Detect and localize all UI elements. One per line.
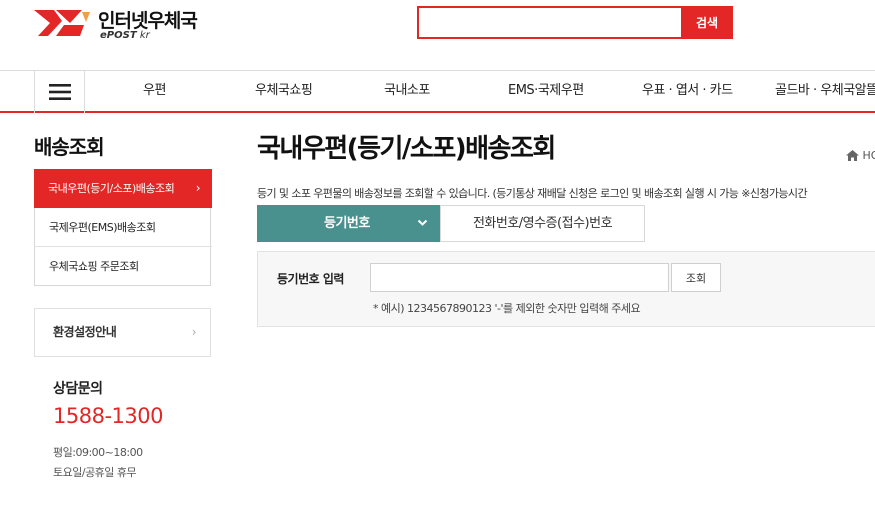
logo-name: 인터넷우체국 bbox=[98, 10, 198, 32]
sidebar-item-domestic-tracking[interactable]: 국내우편(등기/소포)배송조회 › bbox=[34, 169, 212, 208]
contact-weekday-hours: 평일:09:00~18:00 bbox=[53, 446, 143, 459]
page-description: 등기 및 소포 우편물의 배송정보를 조회할 수 있습니다. (등기통상 재배달… bbox=[257, 187, 808, 200]
logo-subtitle: ePOST kr bbox=[100, 30, 150, 41]
contact-phone: 1588-1300 bbox=[53, 404, 163, 428]
hamburger-menu-icon bbox=[48, 84, 71, 100]
page-title: 국내우편(등기/소포)배송조회 bbox=[257, 134, 556, 164]
search-button[interactable]: 검색 bbox=[681, 6, 733, 39]
epost-logo-icon bbox=[34, 10, 90, 36]
tab-registered-number[interactable]: 등기번호 bbox=[257, 205, 440, 242]
tab-phone-receipt-number[interactable]: 전화번호/영수증(접수)번호 bbox=[440, 205, 645, 242]
tracking-number-label: 등기번호 입력 bbox=[277, 272, 344, 286]
contact-title: 상담문의 bbox=[53, 381, 103, 397]
sidebar-item-label: 우체국쇼핑 주문조회 bbox=[49, 260, 139, 273]
search-bar: 검색 bbox=[417, 6, 733, 39]
epost-logo[interactable]: 인터넷우체국 ePOST kr bbox=[34, 6, 214, 42]
chevron-right-icon: › bbox=[191, 325, 197, 339]
gnb-item-shopping[interactable]: 우체국쇼핑 bbox=[255, 71, 313, 112]
tab-label: 등기번호 bbox=[324, 216, 370, 231]
sidebar-item-ems-tracking[interactable]: 국제우편(EMS)배송조회 bbox=[35, 208, 212, 247]
tracking-number-hint: * 예시) 1234567890123 '-'를 제외한 숫자만 입력해 주세요 bbox=[373, 302, 641, 315]
gnb-item-post[interactable]: 우편 bbox=[143, 71, 166, 112]
env-setting-label: 환경설정안내 bbox=[53, 325, 117, 339]
breadcrumb-home: HO bbox=[862, 149, 875, 162]
contact-weekend: 토요일/공휴일 휴무 bbox=[53, 466, 137, 479]
gnb-item-ems[interactable]: EMS·국제우편 bbox=[508, 71, 584, 112]
gnb-item-parcel[interactable]: 국내소포 bbox=[384, 71, 430, 112]
search-input[interactable] bbox=[417, 6, 681, 39]
chevron-down-icon bbox=[417, 219, 428, 226]
sidebar-menu: 국내우편(등기/소포)배송조회 › 국제우편(EMS)배송조회 우체국쇼핑 주문… bbox=[34, 169, 212, 286]
tracking-number-input[interactable] bbox=[370, 263, 669, 292]
hamburger-menu-button[interactable] bbox=[34, 70, 85, 113]
sidebar-title: 배송조회 bbox=[34, 135, 105, 159]
env-setting-link[interactable]: 환경설정안내 › bbox=[34, 308, 211, 357]
lookup-button[interactable]: 조회 bbox=[671, 263, 721, 292]
gnb-item-stamps[interactable]: 우표 · 엽서 · 카드 bbox=[642, 71, 733, 112]
home-icon bbox=[846, 150, 859, 161]
gnb-item-goldbar[interactable]: 골드바 · 우체국알뜰 bbox=[775, 71, 875, 112]
sidebar-item-label: 국제우편(EMS)배송조회 bbox=[49, 221, 156, 234]
chevron-right-icon: › bbox=[195, 181, 201, 195]
breadcrumb[interactable]: HO bbox=[846, 149, 875, 162]
sidebar-item-label: 국내우편(등기/소포)배송조회 bbox=[48, 182, 175, 195]
tracking-form: 등기번호 입력 조회 * 예시) 1234567890123 '-'를 제외한 … bbox=[257, 251, 875, 327]
global-nav: 우편 우체국쇼핑 국내소포 EMS·국제우편 우표 · 엽서 · 카드 골드바 … bbox=[0, 70, 875, 113]
sidebar-item-shopping-order[interactable]: 우체국쇼핑 주문조회 bbox=[35, 247, 212, 286]
